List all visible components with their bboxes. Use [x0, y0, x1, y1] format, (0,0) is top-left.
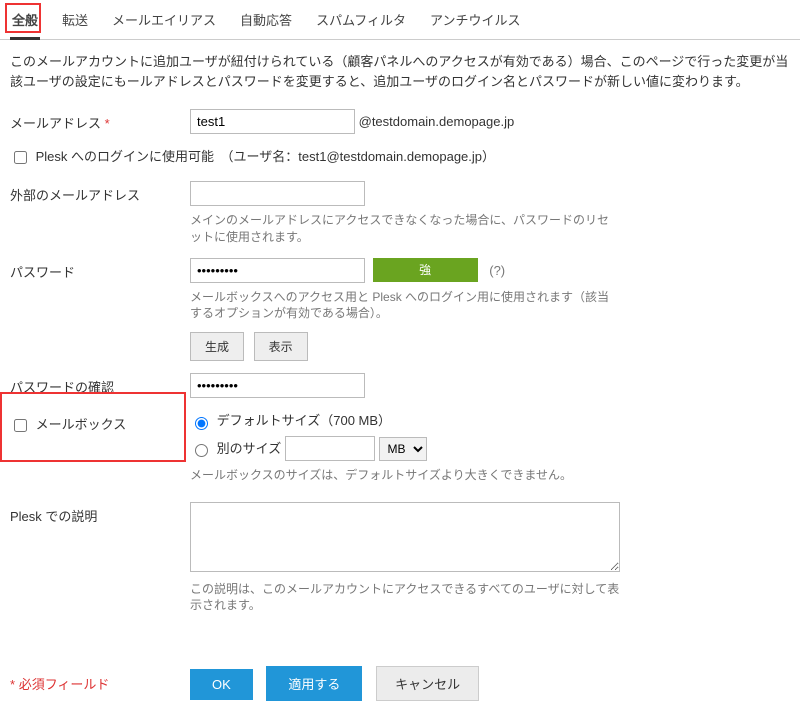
- default-size-label: デフォルトサイズ（700 MB）: [217, 413, 391, 428]
- password-input[interactable]: [190, 258, 365, 283]
- mailbox-label: メールボックス: [36, 417, 127, 432]
- password-hint: メールボックスへのアクセス用と Plesk へのログイン用に使用されます（該当す…: [190, 289, 620, 323]
- ext-mail-input[interactable]: [190, 181, 365, 206]
- intro-text: このメールアカウントに追加ユーザが紐付けられている（顧客パネルへのアクセスが有効…: [10, 52, 790, 91]
- plesk-login-label: Plesk へのログインに使用可能 （ユーザ名：test1@testdomain…: [36, 149, 495, 164]
- other-size-radio[interactable]: [195, 444, 208, 457]
- other-size-input[interactable]: [285, 436, 375, 461]
- password-confirm-input[interactable]: [190, 373, 365, 398]
- label-password-confirm: パスワードの確認: [10, 373, 190, 396]
- mailbox-hint: メールボックスのサイズは、デフォルトサイズより大きくできません。: [190, 467, 620, 484]
- mailbox-checkbox[interactable]: [14, 419, 27, 432]
- apply-button[interactable]: 適用する: [266, 666, 362, 701]
- tab-spam[interactable]: スパムフィルタ: [304, 0, 418, 39]
- tab-forwarding[interactable]: 転送: [50, 0, 100, 39]
- default-size-radio[interactable]: [195, 417, 208, 430]
- plesk-login-checkbox[interactable]: [14, 151, 27, 164]
- password-strength: 強: [373, 258, 478, 282]
- description-textarea[interactable]: [190, 502, 620, 572]
- ext-mail-hint: メインのメールアドレスにアクセスできなくなった場合に、パスワードのリセットに使用…: [190, 212, 620, 246]
- size-unit-select[interactable]: MB: [379, 437, 427, 461]
- mailbox-row[interactable]: メールボックス: [10, 417, 126, 432]
- label-password: パスワード: [10, 258, 190, 281]
- other-size-label: 別のサイズ: [217, 441, 282, 456]
- tab-antivirus[interactable]: アンチウイルス: [418, 0, 532, 39]
- tab-general[interactable]: 全般: [0, 0, 50, 39]
- label-mail-address: メールアドレス *: [10, 109, 190, 132]
- generate-button[interactable]: 生成: [190, 332, 244, 361]
- tab-aliases[interactable]: メールエイリアス: [100, 0, 228, 39]
- description-hint: この説明は、このメールアカウントにアクセスできるすべてのユーザに対して表示されま…: [190, 581, 620, 615]
- mail-local-input[interactable]: [190, 109, 355, 134]
- default-size-row[interactable]: デフォルトサイズ（700 MB）: [190, 413, 391, 428]
- required-fields-note: * 必須フィールド: [10, 674, 190, 693]
- label-ext-mail: 外部のメールアドレス: [10, 181, 190, 204]
- ok-button[interactable]: OK: [190, 669, 253, 700]
- tab-autoreply[interactable]: 自動応答: [228, 0, 304, 39]
- other-size-row[interactable]: 別のサイズ: [190, 441, 285, 456]
- password-help-icon[interactable]: (?): [489, 263, 505, 278]
- mail-domain: @testdomain.demopage.jp: [359, 114, 515, 129]
- show-button[interactable]: 表示: [254, 332, 308, 361]
- cancel-button[interactable]: キャンセル: [376, 666, 479, 701]
- label-description: Plesk での説明: [10, 502, 190, 525]
- plesk-login-row[interactable]: Plesk へのログインに使用可能 （ユーザ名：test1@testdomain…: [10, 149, 495, 164]
